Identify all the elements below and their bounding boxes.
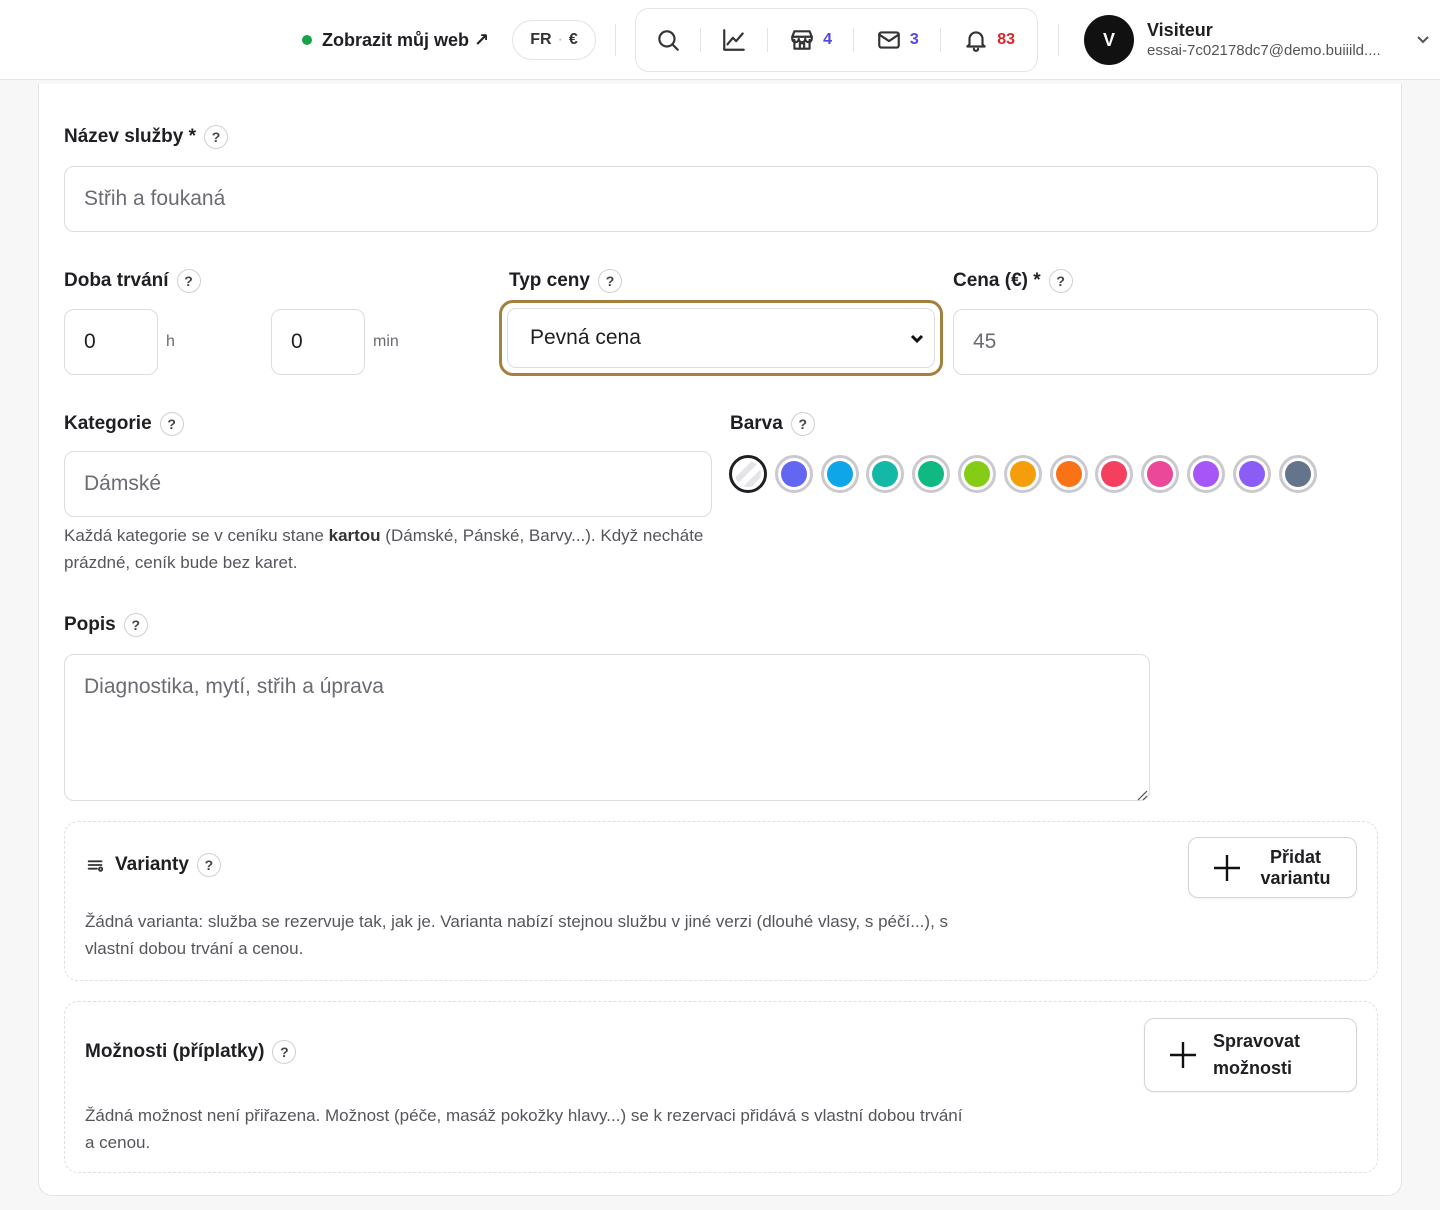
search-icon <box>658 30 679 51</box>
color-swatch[interactable] <box>912 455 951 493</box>
category-label: Kategorie ? <box>64 411 184 437</box>
language-currency-switcher[interactable]: FR · € <box>512 20 596 60</box>
swatch-fill <box>1101 461 1128 487</box>
plus-icon <box>1211 852 1243 884</box>
color-swatch[interactable] <box>866 455 905 493</box>
toolbar-icon-group: 4 3 83 <box>635 8 1038 72</box>
messages-button[interactable]: 3 <box>854 8 940 72</box>
swatch-fill <box>918 461 945 487</box>
help-icon[interactable]: ? <box>196 853 221 877</box>
duration-minutes-input[interactable] <box>271 309 365 375</box>
language-code: FR <box>530 31 552 48</box>
bell-icon <box>966 31 986 52</box>
avatar: V <box>1084 15 1134 65</box>
add-variant-button[interactable]: Přidat variantu <box>1188 837 1357 898</box>
color-swatch[interactable] <box>774 455 813 493</box>
help-icon[interactable]: ? <box>159 412 184 436</box>
color-swatch[interactable] <box>1095 455 1134 493</box>
color-swatch-list <box>729 455 1317 493</box>
help-icon[interactable]: ? <box>790 412 815 436</box>
category-input[interactable] <box>64 451 712 517</box>
view-site-label: Zobrazit můj web ↗ <box>322 29 490 50</box>
minutes-unit: min <box>373 333 399 350</box>
user-email: essai-7c02178dc7@demo.buiiild.... <box>1147 42 1381 59</box>
description-label: Popis ? <box>64 612 148 638</box>
price-type-focus-ring: Pevná cena <box>499 300 943 376</box>
help-icon[interactable]: ? <box>204 125 228 149</box>
search-button[interactable] <box>636 8 700 72</box>
swatch-fill <box>872 461 899 487</box>
color-swatch[interactable] <box>1232 455 1271 493</box>
user-menu[interactable]: V Visiteur essai-7c02178dc7@demo.buiiild… <box>1084 14 1430 66</box>
options-panel: Možnosti (příplatky) ? Spravovat možnost… <box>64 1001 1378 1173</box>
color-swatch[interactable] <box>820 455 859 493</box>
price-type-select[interactable]: Pevná cena <box>507 308 935 368</box>
top-bar: Zobrazit můj web ↗ FR · € 4 3 83 V Visit… <box>0 0 1440 80</box>
plus-icon <box>1167 1039 1199 1071</box>
variants-panel: Varianty ? Přidat variantu Žádná variant… <box>64 821 1378 981</box>
color-label: Barva ? <box>730 411 815 437</box>
color-swatch[interactable] <box>957 455 996 493</box>
swatch-fill <box>1009 461 1036 487</box>
swatch-fill <box>1284 461 1311 487</box>
variants-title: Varianty ? <box>85 853 221 877</box>
mail-icon <box>878 31 900 49</box>
separator-dot: · <box>557 31 563 48</box>
line-chart-icon <box>722 29 745 51</box>
options-hint: Žádná možnost není přiřazena. Možnost (p… <box>85 1106 963 1152</box>
color-swatch-none[interactable] <box>729 455 767 493</box>
swatch-fill <box>1192 461 1219 487</box>
currency-symbol: € <box>568 31 578 48</box>
price-type-label: Typ ceny ? <box>509 268 622 294</box>
color-swatch[interactable] <box>1003 455 1042 493</box>
help-icon[interactable]: ? <box>272 1040 297 1064</box>
duration-hours-input[interactable] <box>64 309 158 375</box>
service-name-input[interactable] <box>64 166 1378 232</box>
help-icon[interactable]: ? <box>1048 269 1073 293</box>
view-site-link[interactable]: Zobrazit můj web ↗ <box>302 26 489 54</box>
chevron-down-icon <box>1416 32 1430 46</box>
notification-count-badge: 83 <box>997 31 1016 48</box>
divider <box>1058 24 1059 56</box>
swatch-fill <box>735 461 761 487</box>
price-label: Cena (€) * ? <box>953 268 1073 294</box>
hours-unit: h <box>166 333 175 350</box>
user-name: Visiteur <box>1147 20 1213 40</box>
divider <box>615 24 616 56</box>
description-textarea[interactable] <box>64 654 1150 801</box>
online-status-dot <box>302 35 312 45</box>
help-icon[interactable]: ? <box>176 269 201 293</box>
category-hint: Každá kategorie se v ceníku stane kartou… <box>64 526 704 572</box>
price-input[interactable] <box>953 309 1378 375</box>
variants-hint: Žádná varianta: služba se rezervuje tak,… <box>85 912 949 958</box>
color-swatch[interactable] <box>1278 455 1317 493</box>
swatch-fill <box>1147 461 1174 487</box>
manage-options-button[interactable]: Spravovat možnosti <box>1144 1018 1357 1092</box>
options-title: Možnosti (příplatky) ? <box>85 1040 297 1064</box>
color-swatch[interactable] <box>1049 455 1088 493</box>
service-form-card: Název služby * ? Doba trvání ? h min Typ… <box>38 84 1402 1196</box>
service-name-label: Název služby * ? <box>64 124 228 150</box>
help-icon[interactable]: ? <box>597 269 622 293</box>
swatch-fill <box>826 461 853 487</box>
shop-button[interactable]: 4 <box>768 8 854 72</box>
user-info: Visiteur essai-7c02178dc7@demo.buiiild..… <box>1147 19 1399 61</box>
swatch-fill <box>780 461 807 487</box>
swatch-fill <box>1055 461 1082 487</box>
shop-count-badge: 4 <box>823 31 833 48</box>
color-swatch[interactable] <box>1141 455 1180 493</box>
stats-button[interactable] <box>701 8 767 72</box>
duration-label: Doba trvání ? <box>64 268 201 294</box>
store-icon <box>791 30 813 50</box>
price-type-value: Pevná cena <box>530 326 641 349</box>
swatch-fill <box>963 461 990 487</box>
resize-grip-icon[interactable] <box>1137 788 1148 801</box>
list-icon <box>87 860 104 872</box>
color-swatch[interactable] <box>1186 455 1225 493</box>
chevron-down-icon <box>910 334 924 344</box>
help-icon[interactable]: ? <box>123 613 148 637</box>
swatch-fill <box>1238 461 1265 487</box>
mail-count-badge: 3 <box>909 31 919 48</box>
notifications-button[interactable]: 83 <box>941 8 1037 72</box>
